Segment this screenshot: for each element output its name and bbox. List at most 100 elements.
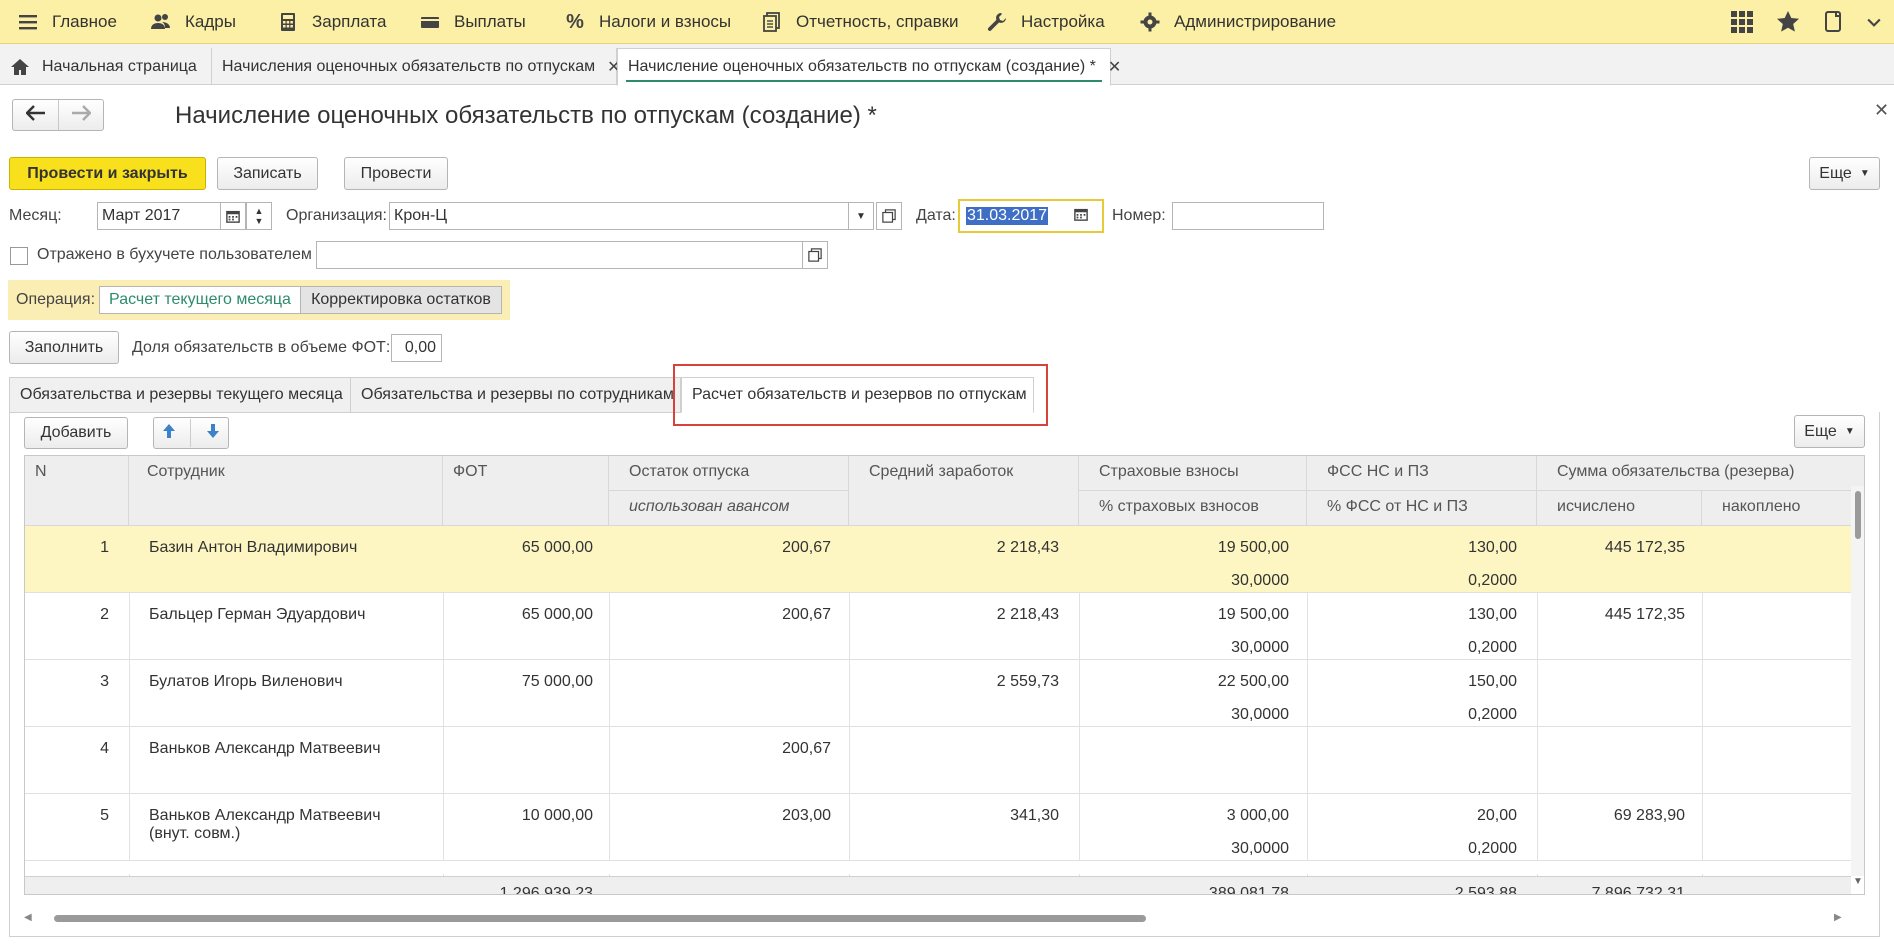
chevron-down-icon: ▼ [254, 216, 264, 226]
header-fot[interactable]: ФОТ [443, 456, 609, 526]
menu-item-settings[interactable]: Настройка [987, 0, 1105, 44]
reflected-label: Отражено в бухучете пользователем [37, 246, 312, 263]
month-label: Месяц: [9, 207, 62, 224]
people-icon [151, 12, 171, 32]
cell-n: 5 [100, 807, 109, 824]
header-n[interactable]: N [25, 456, 129, 526]
menu-item-label: Зарплата [312, 12, 387, 31]
operation-group: Операция: Расчет текущего месяца Коррект… [8, 280, 510, 320]
table-row[interactable]: 1 Базин Антон Владимирович 65 000,00 200,67… [25, 526, 1851, 593]
cell-insurance-pct: 30,0000 [1231, 639, 1289, 656]
month-value: Март 2017 [102, 207, 181, 224]
table-row[interactable]: 5 Ваньков Александр Матвеевич (внут. совм.… [25, 794, 1851, 861]
organization-field[interactable]: Крон-Ц [389, 202, 849, 230]
month-stepper[interactable]: ▲ ▼ [246, 202, 272, 230]
more-button[interactable]: Еще ▼ [1809, 157, 1880, 190]
menu-item-salary[interactable]: Зарплата [278, 0, 386, 44]
calendar-icon[interactable] [220, 202, 246, 230]
cell-insurance: 22 500,00 [1217, 673, 1289, 690]
tab-list[interactable]: Начисления оценочных обязательств по отп… [212, 48, 621, 85]
add-row-button[interactable]: Добавить [24, 417, 128, 449]
cell-employee-note: (внут. совм.) [149, 825, 241, 842]
cell-avg: 341,30 [1010, 807, 1059, 824]
forward-button[interactable] [59, 100, 103, 130]
table-row-partial[interactable] [25, 861, 1851, 874]
menu-item-reports[interactable]: Отчетность, справки [762, 0, 959, 44]
cell-sum-calc: 69 283,90 [1613, 807, 1685, 824]
tab-employee-obligations[interactable]: Обязательства и резервы по сотрудникам [350, 377, 681, 413]
scroll-down-icon[interactable]: ▼ [1853, 876, 1863, 887]
back-button[interactable] [13, 100, 59, 130]
menu-item-payments[interactable]: Выплаты [420, 0, 526, 44]
share-field[interactable]: 0,00 [391, 334, 442, 362]
tab-home[interactable]: Начальная страница [0, 48, 212, 85]
menu-item-hr[interactable]: Кадры [151, 0, 236, 44]
header-insurance[interactable]: Страховые взносы [1079, 456, 1307, 491]
scrollbar-thumb[interactable] [1855, 491, 1861, 539]
horizontal-scrollbar[interactable]: ◀ ▶ [24, 911, 1850, 925]
header-avg[interactable]: Средний заработок [849, 456, 1079, 526]
tab-label: Начисления оценочных обязательств по отп… [222, 57, 596, 75]
header-vacation-sub[interactable]: использован авансом [609, 491, 849, 526]
close-form-icon[interactable]: ✕ [1874, 100, 1889, 121]
dropdown-arrow-icon: ▼ [1844, 426, 1855, 437]
total-fss: 2 593,88 [1454, 885, 1517, 895]
arrow-up-icon[interactable] [161, 423, 177, 444]
apps-grid-icon[interactable] [1730, 10, 1754, 34]
reflected-checkbox[interactable] [10, 247, 28, 265]
tab-current-month-obligations[interactable]: Обязательства и резервы текущего месяца [9, 377, 351, 413]
scroll-left-icon[interactable]: ◀ [24, 912, 32, 923]
cell-insurance: 19 500,00 [1217, 539, 1289, 556]
arrow-down-icon[interactable] [205, 423, 221, 444]
header-fss[interactable]: ФСС НС и ПЗ [1307, 456, 1537, 491]
scrollbar-thumb[interactable] [54, 915, 1146, 922]
reflected-user-field[interactable] [316, 241, 803, 269]
header-vacation[interactable]: Остаток отпуска [609, 456, 849, 491]
header-fss-sub[interactable]: % ФСС от НС и ПЗ [1307, 491, 1537, 526]
tab-current[interactable]: Начисление оценочных обязательств по отп… [617, 48, 1121, 86]
menu-item-label: Главное [52, 12, 117, 31]
fill-button[interactable]: Заполнить [9, 331, 119, 364]
gear-icon [1140, 12, 1160, 32]
header-sum-calc[interactable]: исчислено [1537, 491, 1702, 526]
cell-insurance: 19 500,00 [1217, 606, 1289, 623]
calendar-icon[interactable] [1074, 207, 1088, 226]
vertical-scrollbar[interactable] [1851, 486, 1864, 876]
menu-item-main[interactable]: Главное [18, 0, 117, 44]
save-button[interactable]: Записать [217, 157, 318, 190]
row-selection-marker [25, 526, 129, 592]
chevron-up-icon: ▲ [254, 206, 264, 216]
main-menu-bar: Главное Кадры Зарплата Выплаты % Налоги … [0, 0, 1894, 44]
scroll-right-icon[interactable]: ▶ [1834, 912, 1842, 923]
header-sum-acc[interactable]: накоплено [1702, 491, 1864, 526]
table-more-button[interactable]: Еще ▼ [1794, 415, 1865, 448]
chevron-down-icon[interactable] [1862, 10, 1886, 34]
header-employee[interactable]: Сотрудник [129, 456, 443, 526]
post-button[interactable]: Провести [344, 157, 448, 190]
month-field[interactable]: Март 2017 [97, 202, 221, 230]
open-icon[interactable] [876, 202, 902, 230]
cell-n: 2 [100, 606, 109, 623]
share-value: 0,00 [404, 339, 436, 356]
home-icon [10, 57, 30, 77]
operation-adjust-button[interactable]: Корректировка остатков [300, 286, 502, 314]
history-icon[interactable] [1822, 10, 1846, 34]
menu-item-admin[interactable]: Администрирование [1140, 0, 1336, 44]
hamburger-icon [18, 12, 38, 32]
post-and-close-button[interactable]: Провести и закрыть [9, 157, 206, 190]
divider [190, 419, 192, 447]
header-sum[interactable]: Сумма обязательства (резерва) [1537, 456, 1864, 491]
cell-fss-pct: 0,2000 [1468, 706, 1517, 723]
close-icon[interactable]: ✕ [1108, 57, 1121, 77]
table-row[interactable]: 3 Булатов Игорь Виленович 75 000,00 2 559,7… [25, 660, 1851, 727]
star-icon[interactable] [1776, 10, 1800, 34]
cell-vacation: 203,00 [782, 807, 831, 824]
open-icon[interactable] [802, 241, 828, 269]
header-insurance-sub[interactable]: % страховых взносов [1079, 491, 1307, 526]
table-row[interactable]: 2 Бальцер Герман Эдуардович 65 000,00 200,6… [25, 593, 1851, 660]
dropdown-arrow-icon[interactable]: ▼ [848, 202, 874, 230]
operation-current-month-button[interactable]: Расчет текущего месяца [99, 286, 301, 314]
table-row[interactable]: 4 Ваньков Александр Матвеевич 200,67 [25, 727, 1851, 794]
menu-item-taxes[interactable]: % Налоги и взносы [565, 0, 731, 44]
number-field[interactable] [1172, 202, 1324, 230]
